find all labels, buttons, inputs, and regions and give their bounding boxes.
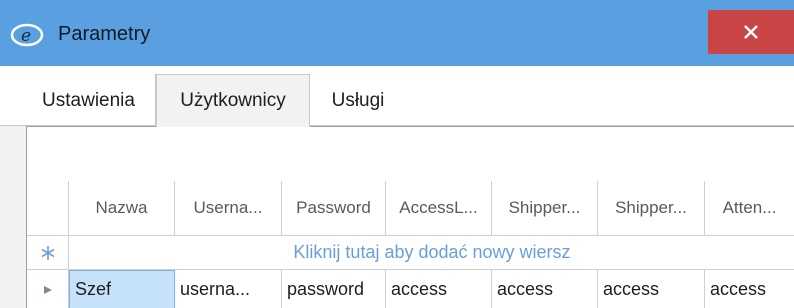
row-indicator-header: [27, 181, 69, 235]
cell-attention[interactable]: access: [705, 270, 794, 308]
tab-strip: Ustawienia Użytkownicy Usługi: [0, 66, 794, 127]
column-header-nazwa[interactable]: Nazwa: [69, 181, 175, 235]
cell-shipper-2[interactable]: access: [598, 270, 705, 308]
asterisk-icon: [41, 245, 54, 260]
column-header-shipper-1[interactable]: Shipper...: [492, 181, 598, 235]
close-icon: [744, 25, 758, 39]
title-bar: e Parametry: [0, 0, 794, 66]
new-row-indicator: [27, 236, 69, 269]
app-logo-icon: e: [10, 22, 44, 48]
cell-username[interactable]: userna...: [175, 270, 282, 308]
users-grid: Nazwa Userna... Password AccessL... Ship…: [26, 126, 794, 308]
current-row-indicator: [27, 270, 69, 308]
column-header-username[interactable]: Userna...: [175, 181, 282, 235]
tab-uzytkownicy[interactable]: Użytkownicy: [156, 74, 310, 127]
new-row[interactable]: Kliknij tutaj aby dodać nowy wiersz: [27, 236, 794, 269]
column-header-accesslevel[interactable]: AccessL...: [386, 181, 492, 235]
cell-nazwa[interactable]: Szef: [69, 270, 175, 308]
column-header-attention[interactable]: Atten...: [705, 181, 794, 235]
cell-shipper-1[interactable]: access: [492, 270, 598, 308]
cell-password[interactable]: password: [282, 270, 386, 308]
column-header-password[interactable]: Password: [282, 181, 386, 235]
tab-ustawienia[interactable]: Ustawienia: [22, 74, 156, 127]
tab-uslugi[interactable]: Usługi: [310, 74, 406, 127]
svg-text:e: e: [21, 26, 31, 46]
column-header-shipper-2[interactable]: Shipper...: [598, 181, 705, 235]
table-row[interactable]: Szef userna... password access access ac…: [27, 270, 794, 308]
window-title: Parametry: [58, 23, 151, 45]
new-row-hint[interactable]: Kliknij tutaj aby dodać nowy wiersz: [69, 236, 794, 269]
cell-accesslevel[interactable]: access: [386, 270, 492, 308]
close-button[interactable]: [708, 10, 794, 54]
triangle-right-icon: [43, 285, 52, 294]
tab-content: Nazwa Userna... Password AccessL... Ship…: [0, 126, 794, 308]
